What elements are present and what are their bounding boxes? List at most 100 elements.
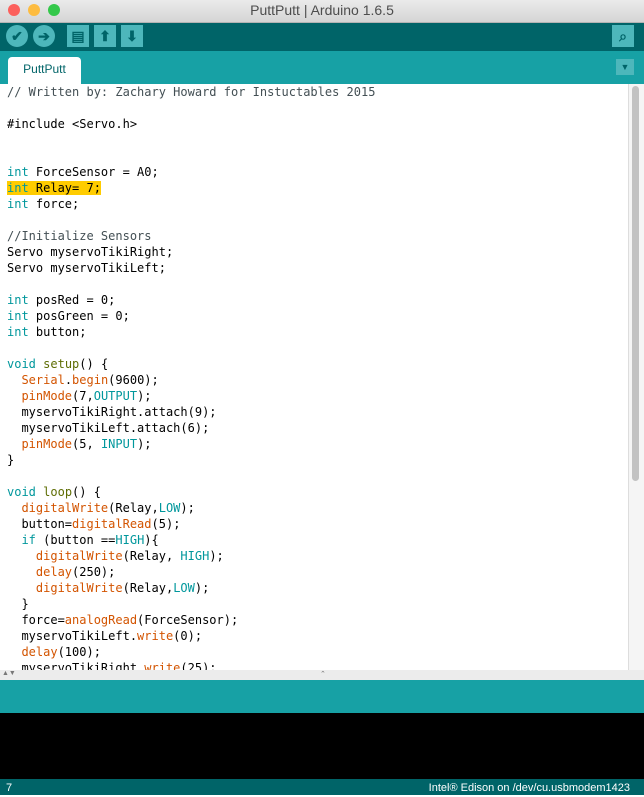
code-token: int <box>7 181 29 195</box>
code-token: (7, <box>72 389 94 403</box>
code-line: void loop() { <box>7 484 375 500</box>
code-token: (Relay, <box>108 501 159 515</box>
code-line: delay(100); <box>7 644 375 660</box>
code-line: Serial.begin(9600); <box>7 372 375 388</box>
code-token: } <box>7 453 15 467</box>
code-token: ){ <box>144 533 159 547</box>
toolbar: ✔ ➔ ▤ ⬆ ⬇ ⌕ <box>0 23 644 51</box>
code-line: void setup() { <box>7 356 375 372</box>
code-line: pinMode(5, INPUT); <box>7 436 375 452</box>
code-token: digitalRead <box>72 517 152 531</box>
code-token: ); <box>137 437 152 451</box>
code-line: int posGreen = 0; <box>7 308 375 324</box>
code-line: } <box>7 596 375 612</box>
code-line: myservoTikiRight.write(25); <box>7 660 375 670</box>
chevron-down-icon: ▼ <box>620 62 630 72</box>
message-area <box>0 680 644 713</box>
zoom-window-button[interactable] <box>48 4 60 16</box>
status-bar: 7 Intel® Edison on /dev/cu.usbmodem1423 <box>0 779 644 795</box>
code-token: digitalWrite <box>35 549 123 563</box>
code-token: int <box>7 293 29 307</box>
board-port: Intel® Edison on /dev/cu.usbmodem1423 <box>428 782 630 794</box>
code-token: pinMode <box>21 437 73 451</box>
code-token: Servo myservoTikiLeft; <box>7 261 166 275</box>
code-token: posRed = 0; <box>28 293 116 307</box>
code-token: loop <box>43 485 73 499</box>
code-token: myservoTikiRight. <box>7 661 145 670</box>
tab-bar <box>0 51 644 84</box>
code-line: Servo myservoTikiLeft; <box>7 260 375 276</box>
code-line: } <box>7 452 375 468</box>
arrow-up-icon: ⬆ <box>99 28 111 44</box>
editor-resize-bar[interactable]: ▲▼ ⌃ <box>0 670 644 680</box>
code-line: pinMode(7,OUTPUT); <box>7 388 375 404</box>
code-token: ); <box>209 549 224 563</box>
code-token: (ForceSensor); <box>137 613 239 627</box>
code-line: digitalWrite(Relay,LOW); <box>7 500 375 516</box>
code-token: int <box>7 325 29 339</box>
code-line: int button; <box>7 324 375 340</box>
code-token: LOW <box>173 581 195 595</box>
code-token: LOW <box>158 501 181 515</box>
code-token: () { <box>72 485 101 499</box>
code-token: HIGH <box>180 549 210 563</box>
code-token: int <box>7 309 29 323</box>
code-token: Serial <box>21 373 65 387</box>
code-token: (9600); <box>108 373 159 387</box>
serial-monitor-button[interactable]: ⌕ <box>612 25 634 47</box>
code-token: if <box>21 533 36 547</box>
code-token: INPUT <box>100 437 138 451</box>
title-bar: PuttPutt | Arduino 1.6.5 <box>0 0 644 23</box>
code-token: button; <box>28 325 87 339</box>
code-token: ); <box>180 501 195 515</box>
code-token: HIGH <box>115 533 145 547</box>
code-token: . <box>64 373 73 387</box>
code-token: force= <box>7 613 65 627</box>
code-token: } <box>7 597 29 611</box>
tab-menu-button[interactable]: ▼ <box>616 59 634 75</box>
tab-puttputt[interactable]: PuttPutt <box>8 57 81 84</box>
close-window-button[interactable] <box>8 4 20 16</box>
open-button[interactable]: ⬆ <box>94 25 116 47</box>
code-token: setup <box>43 357 80 371</box>
code-token: (0); <box>173 629 203 643</box>
code-token: // Written by: Zachary Howard for Instuc… <box>7 85 376 99</box>
code-line: // Written by: Zachary Howard for Instuc… <box>7 84 375 100</box>
code-line: digitalWrite(Relay,LOW); <box>7 580 375 596</box>
code-line: //Initialize Sensors <box>7 228 375 244</box>
code-token: (250); <box>72 565 116 579</box>
arrow-down-icon: ⬇ <box>126 28 138 44</box>
code-line: int Relay= 7; <box>7 180 375 196</box>
scrollbar-thumb[interactable] <box>632 86 639 481</box>
minimize-window-button[interactable] <box>28 4 40 16</box>
code-line: button=digitalRead(5); <box>7 516 375 532</box>
code-line: int force; <box>7 196 375 212</box>
resize-arrows-icon: ▲▼ <box>2 670 16 677</box>
code-editor[interactable]: // Written by: Zachary Howard for Instuc… <box>0 84 628 670</box>
code-text: // Written by: Zachary Howard for Instuc… <box>7 84 375 670</box>
verify-button[interactable]: ✔ <box>6 25 28 47</box>
code-token: (5); <box>151 517 181 531</box>
code-token: force; <box>28 197 80 211</box>
magnifier-icon: ⌕ <box>619 28 627 44</box>
new-button[interactable]: ▤ <box>67 25 89 47</box>
save-button[interactable]: ⬇ <box>121 25 143 47</box>
tab-label: PuttPutt <box>23 62 66 76</box>
code-token: button= <box>7 517 73 531</box>
code-token: pinMode <box>21 389 73 403</box>
upload-button[interactable]: ➔ <box>33 25 55 47</box>
code-line: if (button ==HIGH){ <box>7 532 375 548</box>
code-line: myservoTikiRight.attach(9); <box>7 404 375 420</box>
code-token: (25); <box>180 661 217 670</box>
code-token: posGreen = 0; <box>28 309 130 323</box>
